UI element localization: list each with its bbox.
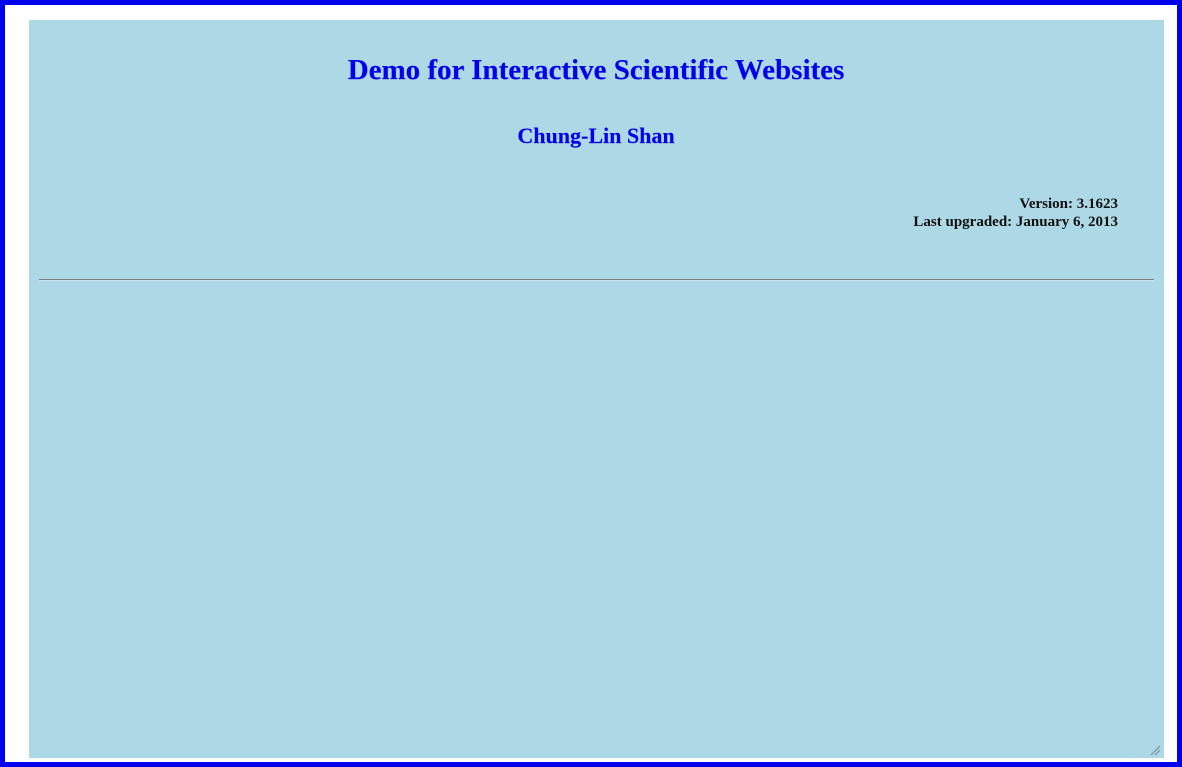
horizontal-divider [39, 279, 1154, 281]
outer-frame: Demo for Interactive Scientific Websites… [0, 0, 1182, 767]
version-info: Version: 3.1623 Last upgraded: January 6… [913, 195, 1118, 231]
resize-grip-icon[interactable] [1149, 743, 1161, 756]
last-upgraded-label: Last upgraded: January 6, 2013 [913, 214, 1118, 230]
author-name: Chung-Lin Shan [517, 123, 675, 148]
content-panel: Demo for Interactive Scientific Websites… [29, 20, 1164, 758]
page-title: Demo for Interactive Scientific Websites [347, 54, 845, 86]
version-label: Version: 3.1623 [1019, 196, 1118, 212]
